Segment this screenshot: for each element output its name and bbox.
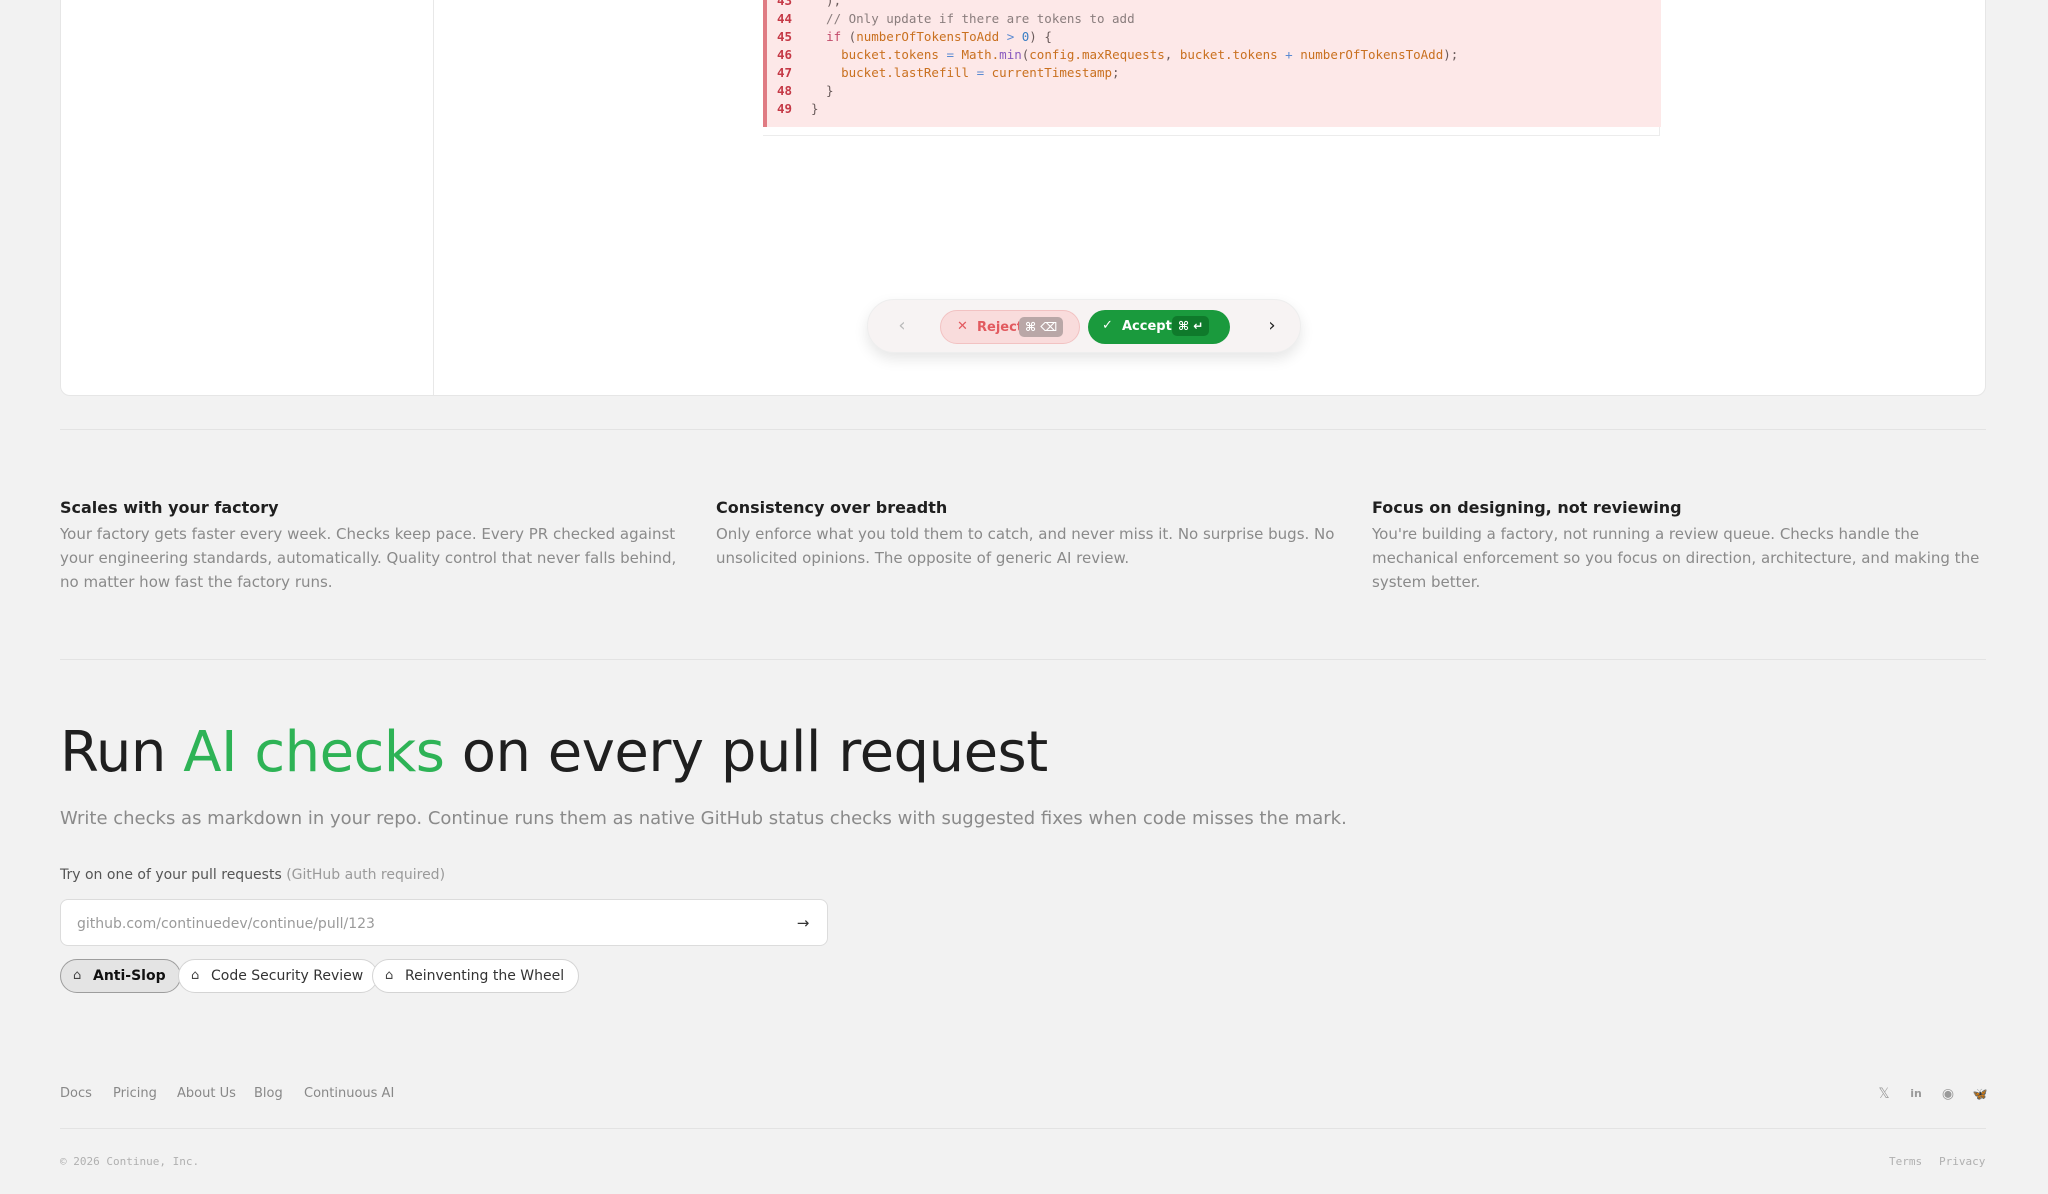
auth-hint: (GitHub auth required) <box>286 867 446 883</box>
line-number: 46 <box>777 47 793 62</box>
linkedin-icon[interactable]: in <box>1907 1085 1925 1103</box>
feature-description: Only enforce what you told them to catch… <box>716 525 1335 567</box>
code-text: } <box>811 101 819 116</box>
pr-url-field: → <box>60 899 828 947</box>
try-label-text: Try on one of your pull requests <box>60 867 282 883</box>
chevron-right-icon: › <box>1268 315 1276 336</box>
code-text: ); <box>811 0 842 8</box>
accept-button[interactable]: ✓ Accept ⌘ ↵ <box>1088 310 1230 344</box>
code-text: // Only update if there are tokens to ad… <box>811 11 1135 26</box>
footer-divider <box>60 1128 1986 1129</box>
previous-change-button[interactable]: ‹ <box>890 314 914 338</box>
github-icon[interactable]: ◉ <box>1939 1085 1957 1103</box>
feature-consistency: Consistency over breadth Only enforce wh… <box>716 496 1336 570</box>
hero-title-start: Run <box>60 720 184 785</box>
feature-title: Focus on designing, not reviewing <box>1372 498 1682 517</box>
code-text: } <box>811 83 834 98</box>
line-number: 45 <box>777 29 793 44</box>
footer-link-blog[interactable]: Blog <box>254 1086 283 1101</box>
code-text: bucket.lastRefill = currentTimestamp; <box>841 65 1120 80</box>
chip-code-security-review[interactable]: ⌂ Code Security Review <box>178 959 379 993</box>
reject-label: Reject <box>977 320 1024 335</box>
demo-window: 43 ); 44 // Only update if there are toke… <box>60 0 1986 396</box>
feature-description: Your factory gets faster every week. Che… <box>60 525 677 591</box>
reject-button[interactable]: ✕ Reject ⌘ ⌫ <box>940 310 1080 344</box>
code-text: if (numberOfTokensToAdd > 0) { <box>826 29 1052 44</box>
hero-title-end: on every pull request <box>444 720 1048 785</box>
section-divider <box>60 429 1986 430</box>
code-text: bucket.tokens = Math.min(config.maxReque… <box>841 47 1459 62</box>
section-divider <box>60 659 1986 660</box>
terms-link[interactable]: Terms <box>1889 1155 1922 1168</box>
diff-action-bar: ‹ ✕ Reject ⌘ ⌫ ✓ Accept ⌘ ↵ › <box>867 299 1301 353</box>
check-icon: ✓ <box>1102 318 1113 333</box>
close-icon: ✕ <box>957 319 968 334</box>
robot-icon: ⌂ <box>191 968 200 983</box>
chip-anti-slop[interactable]: ⌂ Anti-Slop <box>60 959 181 993</box>
feature-focus: Focus on designing, not reviewing You're… <box>1372 496 1992 594</box>
chip-reinventing-the-wheel[interactable]: ⌂ Reinventing the Wheel <box>372 959 580 993</box>
feature-title: Consistency over breadth <box>716 498 948 517</box>
chip-label: Reinventing the Wheel <box>405 968 565 984</box>
chip-label: Code Security Review <box>211 968 364 984</box>
pr-url-input[interactable] <box>75 900 779 947</box>
footer-link-about-us[interactable]: About Us <box>177 1086 236 1101</box>
feature-scales: Scales with your factory Your factory ge… <box>60 496 680 594</box>
robot-icon: ⌂ <box>385 968 394 983</box>
robot-icon: ⌂ <box>73 968 82 983</box>
reject-shortcut: ⌘ ⌫ <box>1019 317 1064 337</box>
code-diff-panel: 43 ); 44 // Only update if there are toke… <box>763 0 1661 136</box>
hero-title: Run AI checks on every pull request <box>60 718 1048 788</box>
feature-title: Scales with your factory <box>60 498 279 517</box>
submit-button[interactable]: → <box>791 911 815 935</box>
x-icon[interactable]: 𝕏 <box>1875 1085 1893 1103</box>
accept-label: Accept <box>1122 319 1172 334</box>
accept-shortcut: ⌘ ↵ <box>1172 316 1210 336</box>
line-number: 49 <box>777 101 793 116</box>
chevron-left-icon: ‹ <box>898 315 906 336</box>
footer-link-docs[interactable]: Docs <box>60 1086 92 1101</box>
hero-title-accent: AI checks <box>183 720 445 785</box>
chip-label: Anti-Slop <box>93 968 166 984</box>
footer-link-pricing[interactable]: Pricing <box>113 1086 157 1101</box>
try-label: Try on one of your pull requests (GitHub… <box>60 867 445 883</box>
footer-link-continuous-ai[interactable]: Continuous AI <box>304 1086 394 1101</box>
feature-description: You're building a factory, not running a… <box>1372 525 1980 591</box>
removed-code-block: 43 ); 44 // Only update if there are toke… <box>763 0 1661 127</box>
bluesky-icon[interactable]: 🦋 <box>1971 1085 1989 1103</box>
demo-sidebar <box>61 0 434 395</box>
arrow-right-icon: → <box>796 914 810 932</box>
privacy-link[interactable]: Privacy <box>1939 1155 1985 1168</box>
line-number: 44 <box>777 11 793 26</box>
copyright: © 2026 Continue, Inc. <box>60 1155 200 1168</box>
next-change-button[interactable]: › <box>1260 314 1284 338</box>
hero-subtitle: Write checks as markdown in your repo. C… <box>60 808 1347 829</box>
line-number: 47 <box>777 65 793 80</box>
line-number: 43 <box>777 0 793 8</box>
line-number: 48 <box>777 83 793 98</box>
